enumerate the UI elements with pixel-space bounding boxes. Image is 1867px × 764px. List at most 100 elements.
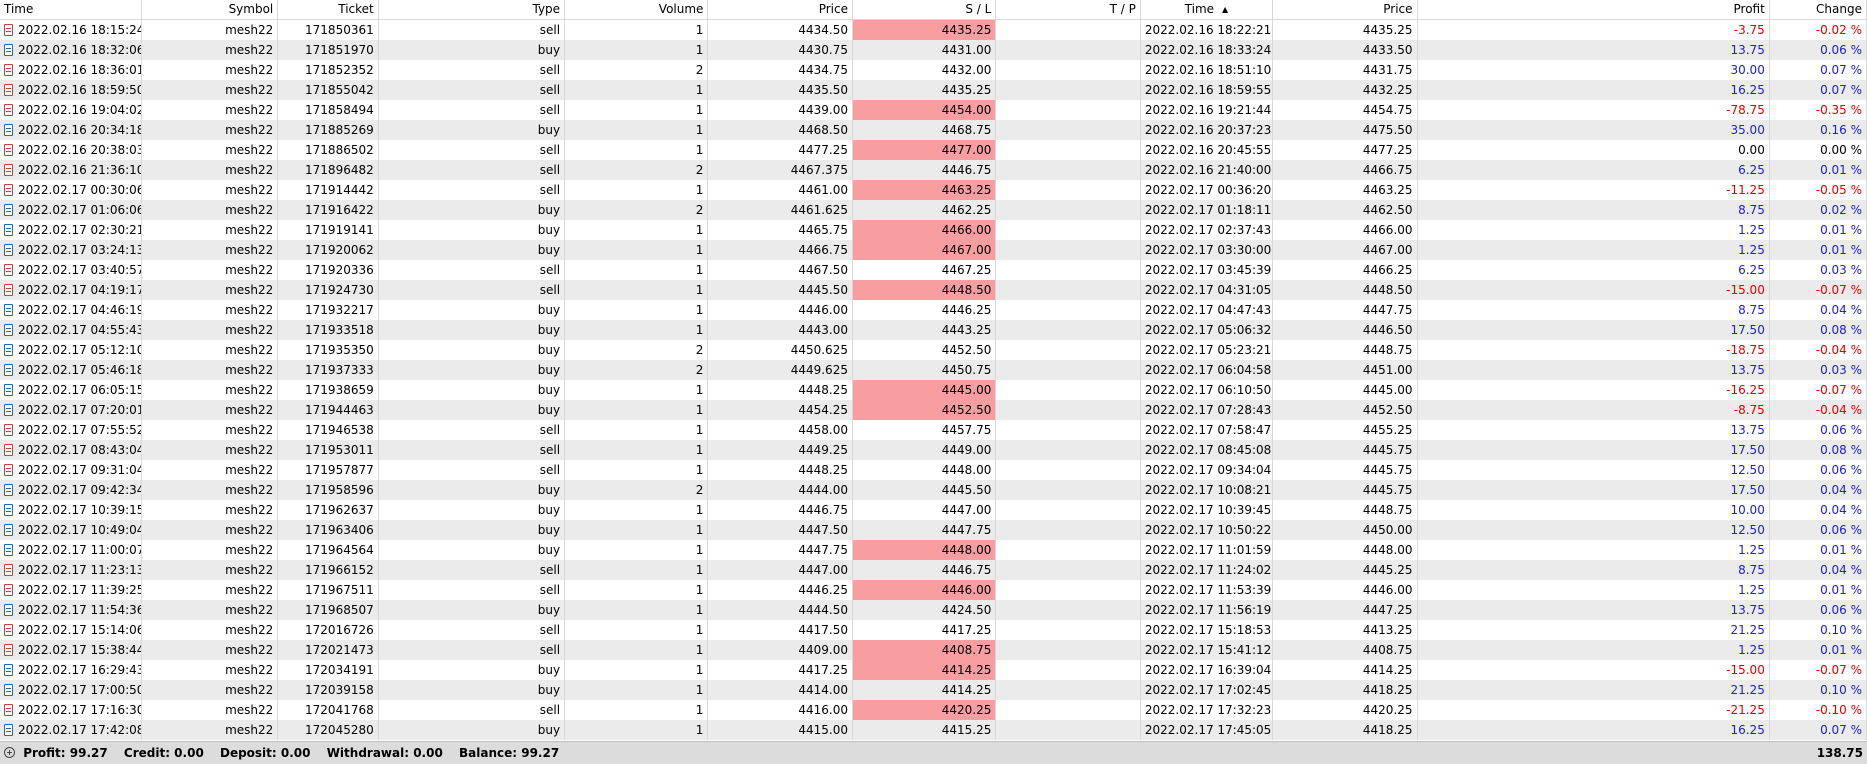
table-row[interactable]: 2022.02.17 17:00:50 mesh22 172039158 buy 1 44…: [0, 680, 1867, 700]
table-row[interactable]: 2022.02.17 04:46:19 mesh22 171932217 buy 1 44…: [0, 300, 1867, 320]
col-header-close-time[interactable]: Time ▲: [1140, 0, 1274, 20]
cell-change: 0.03 %: [1769, 360, 1867, 380]
cell-close-time: 2022.02.17 15:18:53: [1140, 620, 1274, 640]
cell-type-text: sell: [539, 703, 561, 717]
cell-ticket-text: 171858494: [305, 103, 374, 117]
cell-close-price-text: 4455.25: [1362, 423, 1413, 437]
cell-volume-text: 1: [695, 503, 704, 517]
table-row[interactable]: 2022.02.17 08:43:04 mesh22 171953011 sell 1 4…: [0, 440, 1867, 460]
cell-type: buy: [378, 380, 566, 400]
cell-take-profit: [995, 380, 1141, 400]
cell-stop-loss: 4445.00: [852, 380, 997, 400]
cell-profit-text: 1.25: [1738, 583, 1765, 597]
table-row[interactable]: 2022.02.17 04:19:17 mesh22 171924730 sell 1 4…: [0, 280, 1867, 300]
document-blue-icon: [4, 544, 13, 556]
cell-symbol-text: mesh22: [225, 43, 274, 57]
col-header-volume[interactable]: Volume: [564, 0, 709, 20]
col-header-symbol[interactable]: Symbol: [141, 0, 279, 20]
cell-symbol-text: mesh22: [225, 483, 274, 497]
table-row[interactable]: 2022.02.17 15:38:44 mesh22 172021473 sell 1 4…: [0, 640, 1867, 660]
table-row[interactable]: 2022.02.16 20:38:03 mesh22 171886502 sell 1 4…: [0, 140, 1867, 160]
col-header-price[interactable]: Price: [707, 0, 853, 20]
cell-close-price-text: 4448.50: [1362, 283, 1413, 297]
table-row[interactable]: 2022.02.17 00:30:06 mesh22 171914442 sell 1 4…: [0, 180, 1867, 200]
cell-stop-loss-text: 4415.25: [941, 723, 992, 737]
cell-open-price-text: 4446.00: [798, 303, 848, 317]
table-row[interactable]: 2022.02.16 18:32:06 mesh22 171851970 buy 1 44…: [0, 40, 1867, 60]
cell-change-text: 0.06 %: [1820, 423, 1862, 437]
table-row[interactable]: 2022.02.17 17:42:08 mesh22 172045280 buy 1 44…: [0, 720, 1867, 740]
cell-ticket-text: 171855042: [305, 83, 374, 97]
cell-type: sell: [378, 19, 566, 40]
cell-close-time: 2022.02.17 02:37:43: [1140, 220, 1274, 240]
table-row[interactable]: 2022.02.17 11:00:07 mesh22 171964564 buy 1 44…: [0, 540, 1867, 560]
col-header-sl[interactable]: S / L: [852, 0, 997, 20]
cell-close-price: 4454.75: [1272, 100, 1418, 120]
table-row[interactable]: 2022.02.16 21:36:10 mesh22 171896482 sell 2 4…: [0, 160, 1867, 180]
cell-stop-loss: 4462.25: [852, 200, 997, 220]
cell-open-time-text: 2022.02.17 10:49:04: [18, 523, 142, 537]
cell-change: -0.07 %: [1769, 280, 1867, 300]
cell-change-text: 0.01 %: [1820, 583, 1862, 597]
cell-stop-loss: 4446.75: [852, 160, 997, 180]
table-row[interactable]: 2022.02.16 20:34:18 mesh22 171885269 buy 1 44…: [0, 120, 1867, 140]
table-row[interactable]: 2022.02.16 18:15:24 mesh22 171850361 sell 1 4…: [0, 19, 1867, 40]
cell-open-price: 4417.25: [707, 660, 853, 680]
plus-circle-icon[interactable]: [4, 747, 15, 758]
cell-change-text: 0.10 %: [1820, 683, 1862, 697]
cell-ticket-text: 171919141: [305, 223, 374, 237]
table-row[interactable]: 2022.02.17 16:29:43 mesh22 172034191 buy 1 44…: [0, 660, 1867, 680]
cell-profit-text: 12.50: [1730, 463, 1765, 477]
cell-close-time: 2022.02.17 06:10:50: [1140, 380, 1274, 400]
table-row[interactable]: 2022.02.17 05:46:18 mesh22 171937333 buy 2 44…: [0, 360, 1867, 380]
table-row[interactable]: 2022.02.16 18:59:50 mesh22 171855042 sell 1 4…: [0, 80, 1867, 100]
table-row[interactable]: 2022.02.17 09:31:04 mesh22 171957877 sell 1 4…: [0, 460, 1867, 480]
cell-volume-text: 2: [695, 163, 704, 177]
table-row[interactable]: 2022.02.17 11:23:13 mesh22 171966152 sell 1 4…: [0, 560, 1867, 580]
cell-symbol: mesh22: [141, 340, 279, 360]
cell-open-time-text: 2022.02.17 08:43:04: [18, 443, 142, 457]
table-row[interactable]: 2022.02.17 11:39:25 mesh22 171967511 sell 1 4…: [0, 580, 1867, 600]
cell-take-profit: [995, 580, 1141, 600]
col-header-close-price[interactable]: Price: [1272, 0, 1418, 20]
cell-profit-text: -15.00: [1726, 663, 1765, 677]
col-header-profit[interactable]: Profit: [1417, 0, 1770, 20]
cell-close-price-text: 4475.50: [1362, 123, 1413, 137]
cell-stop-loss: 4466.00: [852, 220, 997, 240]
cell-close-time-text: 2022.02.17 06:04:58: [1144, 363, 1272, 377]
table-row[interactable]: 2022.02.17 11:54:36 mesh22 171968507 buy 1 44…: [0, 600, 1867, 620]
col-header-ticket[interactable]: Ticket: [277, 0, 379, 20]
col-header-type[interactable]: Type: [378, 0, 566, 20]
table-row[interactable]: 2022.02.17 17:16:30 mesh22 172041768 sell 1 4…: [0, 700, 1867, 720]
table-row[interactable]: 2022.02.17 04:55:43 mesh22 171933518 buy 1 44…: [0, 320, 1867, 340]
cell-symbol: mesh22: [141, 680, 279, 700]
cell-open-time-text: 2022.02.17 17:42:08: [18, 723, 142, 737]
cell-volume-text: 1: [695, 683, 704, 697]
col-header-time[interactable]: Time: [0, 0, 142, 20]
table-row[interactable]: 2022.02.17 05:12:10 mesh22 171935350 buy 2 44…: [0, 340, 1867, 360]
table-row[interactable]: 2022.02.17 03:40:57 mesh22 171920336 sell 1 4…: [0, 260, 1867, 280]
table-row[interactable]: 2022.02.17 03:24:13 mesh22 171920062 buy 1 44…: [0, 240, 1867, 260]
table-row[interactable]: 2022.02.17 07:20:01 mesh22 171944463 buy 1 44…: [0, 400, 1867, 420]
cell-close-price: 4466.25: [1272, 260, 1418, 280]
table-row[interactable]: 2022.02.17 06:05:15 mesh22 171938659 buy 1 44…: [0, 380, 1867, 400]
table-row[interactable]: 2022.02.17 10:39:15 mesh22 171962637 buy 1 44…: [0, 500, 1867, 520]
table-row[interactable]: 2022.02.17 10:49:04 mesh22 171963406 buy 1 44…: [0, 520, 1867, 540]
table-row[interactable]: 2022.02.16 18:36:01 mesh22 171852352 sell 2 4…: [0, 60, 1867, 80]
table-row[interactable]: 2022.02.17 15:14:06 mesh22 172016726 sell 1 4…: [0, 620, 1867, 640]
col-header-tp[interactable]: T / P: [995, 0, 1141, 20]
cell-type-text: sell: [539, 143, 561, 157]
cell-type-text: sell: [539, 63, 561, 77]
cell-profit: -15.00: [1417, 280, 1770, 300]
table-row[interactable]: 2022.02.17 01:06:06 mesh22 171916422 buy 2 44…: [0, 200, 1867, 220]
cell-stop-loss: 4408.75: [852, 640, 997, 660]
cell-ticket-text: 172034191: [305, 663, 374, 677]
table-row[interactable]: 2022.02.16 19:04:02 mesh22 171858494 sell 1 4…: [0, 100, 1867, 120]
cell-close-time-text: 2022.02.16 20:37:23: [1144, 123, 1272, 137]
col-header-change[interactable]: Change: [1769, 0, 1867, 20]
cell-take-profit: [995, 200, 1141, 220]
table-row[interactable]: 2022.02.17 07:55:52 mesh22 171946538 sell 1 4…: [0, 420, 1867, 440]
table-row[interactable]: 2022.02.17 02:30:21 mesh22 171919141 buy 1 44…: [0, 220, 1867, 240]
table-row[interactable]: 2022.02.17 09:42:34 mesh22 171958596 buy 2 44…: [0, 480, 1867, 500]
cell-open-time: 2022.02.17 05:12:10: [0, 340, 142, 360]
